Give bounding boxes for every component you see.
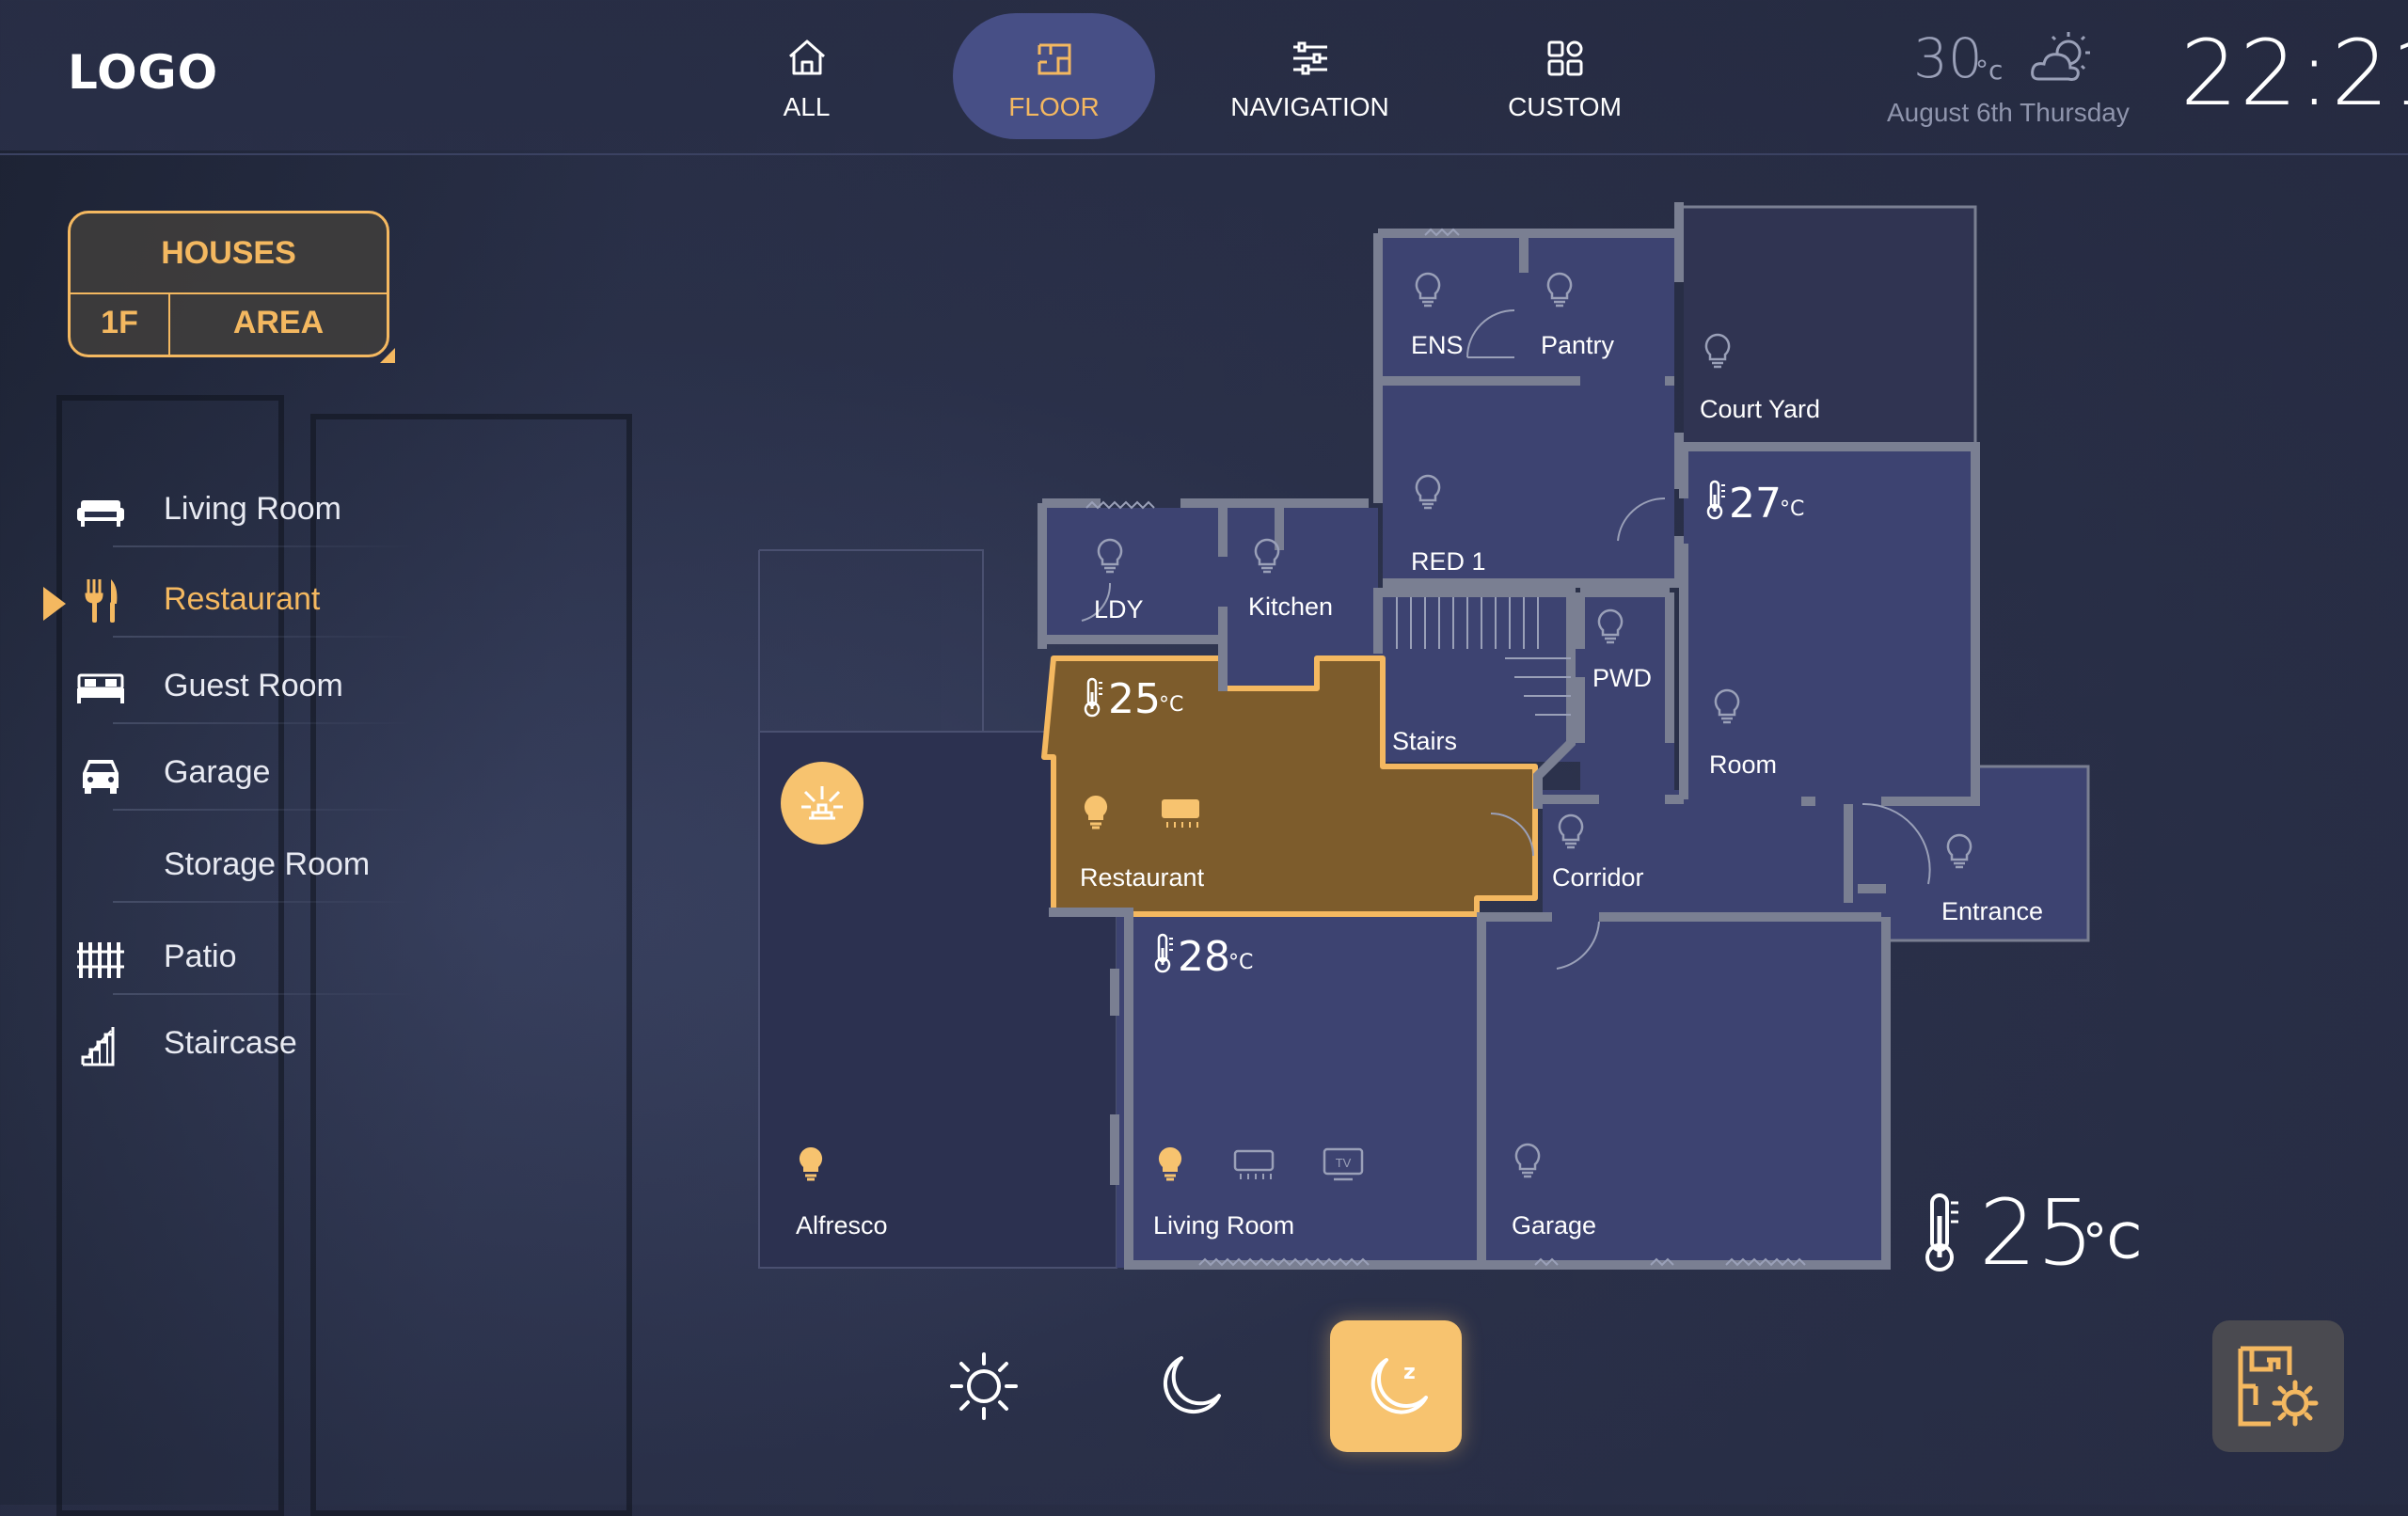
room-label-alfresco: Alfresco (796, 1211, 888, 1240)
temperature-unit: °C (1228, 951, 1253, 974)
room-label-ens: ENS (1411, 331, 1464, 359)
room-room (1684, 451, 1975, 799)
svg-text:z: z (1403, 1361, 1416, 1384)
room-label-ldy: LDY (1094, 595, 1144, 624)
moon-icon (1163, 1356, 1221, 1414)
room-label-restaurant: Restaurant (1080, 863, 1205, 892)
temperature-unit: °C (1780, 497, 1804, 521)
sun-icon (950, 1352, 1018, 1420)
room-label-pantry: Pantry (1541, 331, 1615, 359)
room-label-entrance: Entrance (1941, 897, 2043, 925)
restaurant-temperature: 25 (1108, 675, 1161, 723)
thermometer-icon (1925, 1193, 1958, 1271)
room-label-pwd: PWD (1592, 664, 1652, 692)
room-label-garage: Garage (1512, 1211, 1596, 1240)
temperature-unit: °C (1159, 693, 1183, 717)
night-mode-button[interactable] (1123, 1320, 1255, 1452)
sleep-mode-button[interactable]: z (1330, 1320, 1462, 1452)
indoor-temperature-unit: °C (2083, 1214, 2142, 1271)
room-label-corridor: Corridor (1552, 863, 1644, 892)
room-label-kitchen: Kitchen (1248, 592, 1333, 621)
living-room-temperature: 28 (1178, 933, 1230, 981)
sleep-moon-icon: z (1370, 1358, 1428, 1414)
floor-settings-icon (2238, 1346, 2319, 1427)
day-mode-button[interactable] (918, 1320, 1050, 1452)
room-label-red1: RED 1 (1411, 547, 1486, 576)
sprinkler-icon (801, 786, 843, 820)
indoor-temperature-value: 25 (1979, 1180, 2095, 1286)
svg-text:TV: TV (1336, 1156, 1352, 1170)
room-temperature: 27 (1729, 480, 1782, 528)
sprinkler-button[interactable] (781, 762, 863, 845)
room-label-living-room: Living Room (1153, 1211, 1294, 1240)
settings-button[interactable] (2212, 1320, 2344, 1452)
room-label-court-yard: Court Yard (1700, 395, 1820, 423)
room-label-stairs: Stairs (1392, 727, 1457, 755)
room-label-room: Room (1709, 750, 1777, 779)
